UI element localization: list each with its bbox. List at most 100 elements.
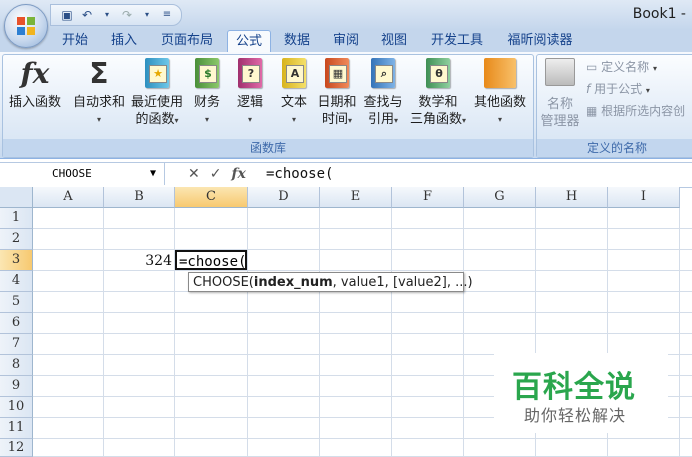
tab-home[interactable]: 开始: [56, 30, 94, 52]
create-from-selection-button[interactable]: ▦ 根据所选内容创: [586, 102, 685, 119]
use-in-formula-button[interactable]: f 用于公式 ▾: [586, 80, 650, 97]
sigma-icon: Σ: [89, 57, 109, 90]
row-header-10[interactable]: 10: [0, 397, 33, 418]
lookup-book-icon: ⌕: [371, 58, 395, 88]
define-name-button[interactable]: ▭ 定义名称 ▾: [586, 58, 657, 75]
insert-function-button[interactable]: fx 插入函数: [4, 58, 66, 111]
text-button[interactable]: A 文本 ▾: [274, 58, 314, 128]
tooltip-function-name[interactable]: CHOOSE(: [193, 275, 254, 290]
column-gridline: [247, 208, 248, 457]
tab-formulas[interactable]: 公式: [227, 30, 271, 53]
formula-input[interactable]: =choose(: [266, 163, 333, 185]
date-time-button[interactable]: ▦ 日期和 时间▾: [314, 58, 360, 129]
tab-foxit-reader[interactable]: 福昕阅读器: [500, 30, 580, 52]
chevron-down-icon: ▾: [204, 115, 209, 124]
fx-icon: fx: [20, 57, 50, 90]
cell-b3[interactable]: 324: [104, 250, 172, 270]
column-gridline: [463, 208, 464, 457]
redo-icon[interactable]: ↷: [119, 7, 135, 23]
function-library-label: 函数库: [3, 139, 533, 157]
more-functions-button[interactable]: 其他函数 ▾: [470, 58, 530, 128]
text-label: 文本: [280, 95, 307, 110]
row-header-5[interactable]: 5: [0, 292, 33, 313]
chevron-down-icon: ▾: [174, 116, 179, 125]
save-icon[interactable]: ▣: [59, 7, 75, 23]
date-time-book-icon: ▦: [325, 58, 349, 88]
row-header-4[interactable]: 4: [0, 271, 33, 292]
fx-small-icon: f: [586, 82, 591, 96]
undo-icon[interactable]: ↶: [79, 7, 95, 23]
tab-page-layout[interactable]: 页面布局: [154, 30, 220, 52]
math-trig-button[interactable]: θ 数学和 三角函数▾: [406, 58, 470, 129]
tooltip-current-arg[interactable]: index_num: [254, 275, 333, 290]
column-header-b[interactable]: B: [104, 187, 175, 208]
logical-button[interactable]: ? 逻辑 ▾: [230, 58, 270, 128]
row-header-7[interactable]: 7: [0, 334, 33, 355]
column-header-a[interactable]: A: [33, 187, 104, 208]
name-manager-button[interactable]: 名称 管理器: [538, 58, 582, 130]
row-header-1[interactable]: 1: [0, 208, 33, 229]
date-time-label-2: 时间: [321, 112, 348, 127]
recently-used-label-2: 的函数: [135, 112, 175, 127]
tooltip-remaining-args: , value1, [value2], ...): [332, 275, 473, 290]
tab-developer[interactable]: 开发工具: [422, 30, 492, 52]
enter-icon[interactable]: ✓: [210, 166, 222, 182]
financial-book-icon: $: [195, 58, 219, 88]
chevron-down-icon: ▾: [348, 116, 353, 125]
row-gridline: [33, 333, 692, 334]
tab-data[interactable]: 数据: [278, 30, 316, 52]
column-header-h[interactable]: H: [536, 187, 608, 208]
recently-used-label-1: 最近使用: [130, 95, 183, 110]
create-from-selection-label: 根据所选内容创: [601, 104, 686, 118]
insert-function-icon[interactable]: fx: [231, 166, 245, 182]
select-all-corner[interactable]: [0, 187, 33, 208]
recent-book-icon: ★: [145, 58, 169, 88]
financial-button[interactable]: $ 财务 ▾: [188, 58, 226, 128]
chevron-down-icon[interactable]: ▼: [150, 163, 156, 185]
row-header-11[interactable]: 11: [0, 418, 33, 439]
tab-review[interactable]: 审阅: [326, 30, 366, 52]
tag-icon: ▭: [586, 60, 598, 74]
tab-insert[interactable]: 插入: [104, 30, 144, 52]
column-header-c[interactable]: C: [175, 187, 248, 208]
active-cell-c3[interactable]: =choose(: [175, 250, 247, 270]
formula-buttons: ✕ ✓ fx: [168, 163, 246, 185]
chevron-down-icon: ▾: [653, 64, 658, 73]
column-gridline: [174, 208, 175, 457]
column-header-f[interactable]: F: [392, 187, 464, 208]
undo-dropdown-icon[interactable]: ▾: [99, 7, 115, 23]
cancel-icon[interactable]: ✕: [188, 166, 200, 182]
column-header-e[interactable]: E: [320, 187, 392, 208]
row-header-12[interactable]: 12: [0, 439, 33, 457]
redo-dropdown-icon[interactable]: ▾: [139, 7, 155, 23]
office-logo-icon: [17, 17, 35, 35]
column-header-i[interactable]: I: [608, 187, 680, 208]
column-gridline: [319, 208, 320, 457]
define-name-label: 定义名称: [601, 60, 650, 74]
row-header-2[interactable]: 2: [0, 229, 33, 250]
window-title: Book1 -: [632, 6, 686, 22]
recently-used-button[interactable]: ★ 最近使用 的函数▾: [128, 58, 186, 129]
tab-view[interactable]: 视图: [374, 30, 414, 52]
row-header-3[interactable]: 3: [0, 250, 33, 271]
row-gridline: [33, 312, 692, 313]
lookup-reference-button[interactable]: ⌕ 查找与 引用▾: [360, 58, 406, 129]
autosum-button[interactable]: Σ 自动求和 ▾: [70, 58, 128, 128]
office-button[interactable]: [4, 4, 48, 48]
function-argument-tooltip[interactable]: CHOOSE(index_num, value1, [value2], ...): [188, 272, 473, 292]
column-header-g[interactable]: G: [464, 187, 536, 208]
lookup-label-2: 引用: [367, 112, 394, 127]
name-box[interactable]: CHOOSE ▼: [0, 163, 165, 185]
chevron-down-icon: ▾: [96, 115, 101, 124]
customize-qat-icon[interactable]: ≡: [159, 7, 175, 23]
row-header-9[interactable]: 9: [0, 376, 33, 397]
quick-access-toolbar: ▣ ↶ ▾ ↷ ▾ ≡: [50, 4, 182, 26]
row-header-6[interactable]: 6: [0, 313, 33, 334]
math-label-1: 数学和: [418, 95, 458, 110]
chevron-down-icon: ▾: [462, 116, 467, 125]
chevron-down-icon: ▾: [497, 115, 502, 124]
column-header-d[interactable]: D: [248, 187, 320, 208]
chevron-down-icon: ▾: [394, 116, 399, 125]
row-header-8[interactable]: 8: [0, 355, 33, 376]
chevron-down-icon: ▾: [645, 86, 650, 95]
